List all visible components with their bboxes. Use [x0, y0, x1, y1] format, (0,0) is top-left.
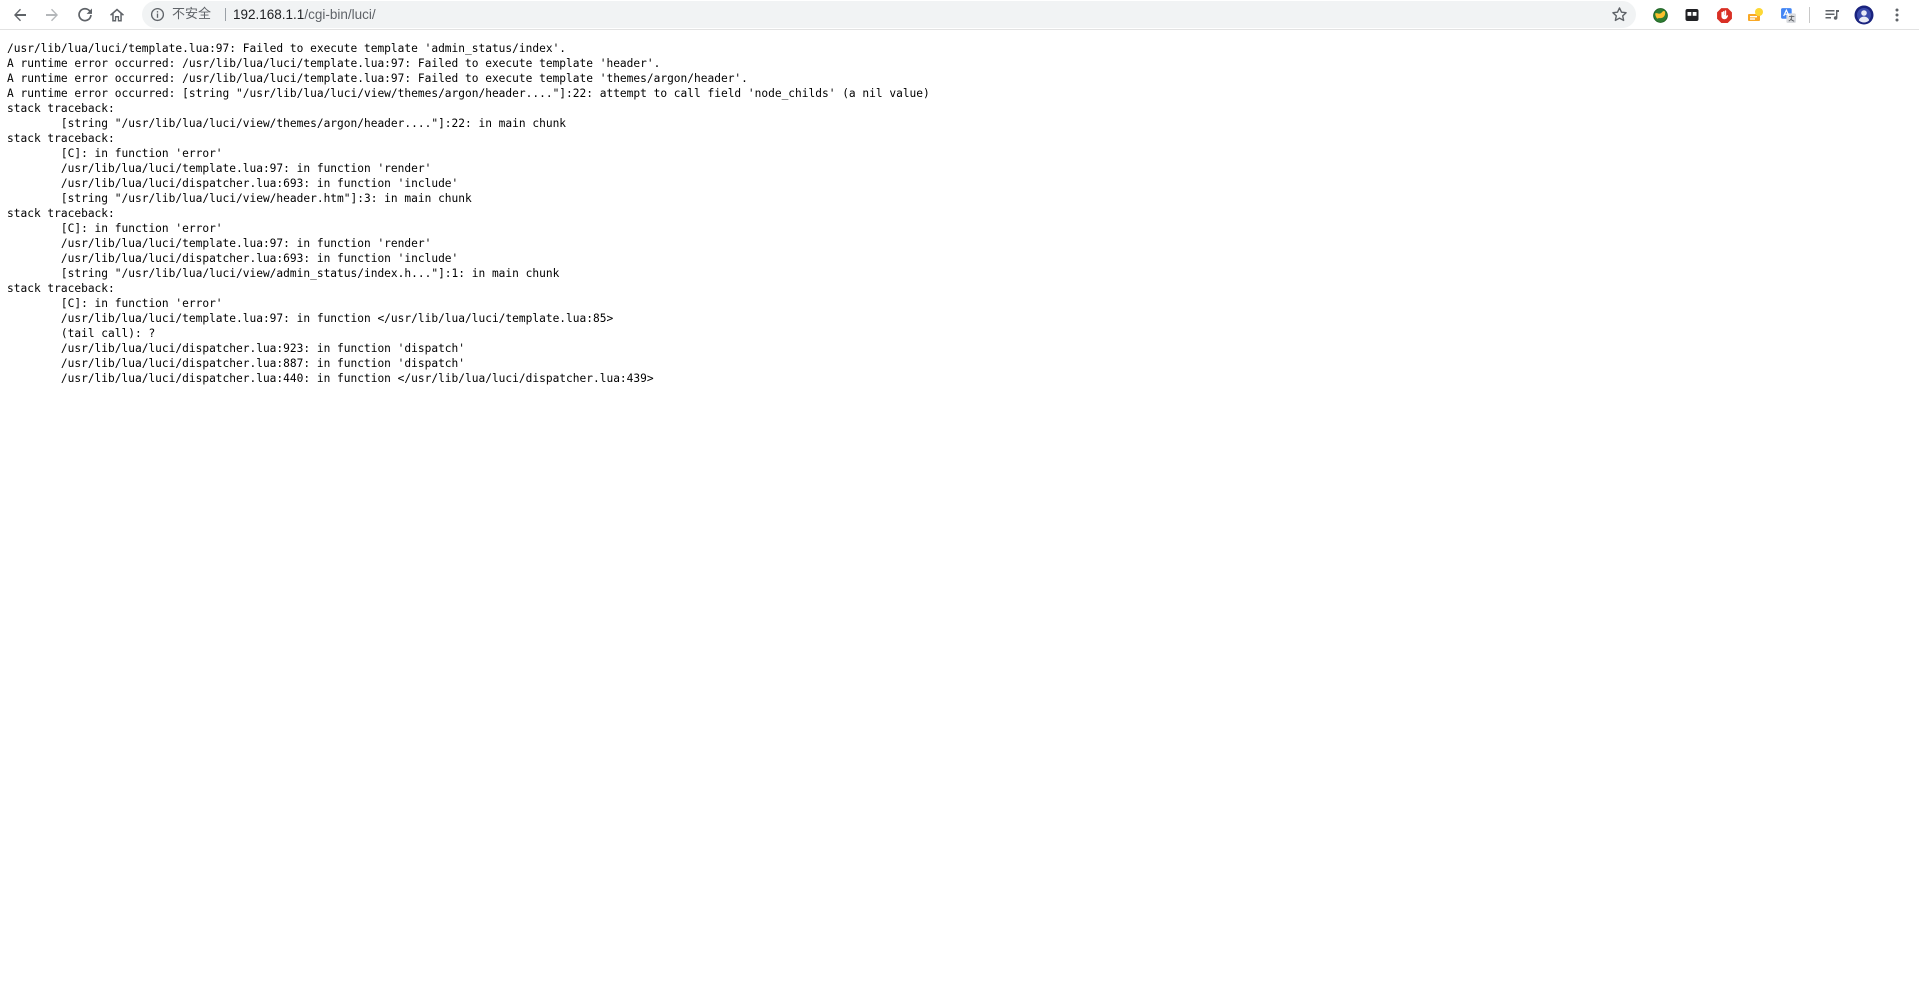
forward-button[interactable] — [40, 3, 64, 27]
globe-extension-button[interactable] — [1650, 5, 1670, 25]
traceback-line: /usr/lib/lua/luci/template.lua:97: in fu… — [7, 312, 614, 325]
error-traceback: /usr/lib/lua/luci/template.lua:97: Faile… — [0, 41, 1919, 386]
panel-extension-icon — [1685, 9, 1699, 21]
browser-menu-button[interactable] — [1887, 5, 1907, 25]
forward-arrow-icon — [46, 8, 58, 22]
back-arrow-icon — [14, 8, 26, 22]
url-path: /cgi-bin/luci/ — [304, 7, 376, 22]
traceback-header: stack traceback: — [7, 282, 115, 295]
error-line: A runtime error occurred: /usr/lib/lua/l… — [7, 57, 661, 70]
traceback-line: /usr/lib/lua/luci/dispatcher.lua:887: in… — [7, 357, 466, 370]
traceback-header: stack traceback: — [7, 132, 115, 145]
menu-dots-icon — [1895, 8, 1899, 22]
browser-toolbar: 不安全 192.168.1.1/cgi-bin/luci/ — [0, 0, 1919, 30]
error-line: A runtime error occurred: [string "/usr/… — [7, 87, 930, 100]
reading-list-icon — [1825, 10, 1839, 20]
url-host: 192.168.1.1 — [233, 7, 305, 22]
profile-avatar-icon — [1854, 5, 1874, 25]
traceback-line: [string "/usr/lib/lua/luci/view/admin_st… — [7, 267, 560, 280]
translate-extension-icon — [1780, 7, 1796, 23]
traceback-line: (tail call): ? — [7, 327, 156, 340]
home-button[interactable] — [105, 3, 129, 27]
address-bar[interactable]: 不安全 192.168.1.1/cgi-bin/luci/ — [142, 1, 1636, 28]
stop-sign-extension-button[interactable] — [1714, 5, 1734, 25]
toolbar-divider — [1809, 7, 1810, 23]
security-label: 不安全 — [172, 7, 212, 22]
error-line: A runtime error occurred: /usr/lib/lua/l… — [7, 72, 748, 85]
traceback-line: /usr/lib/lua/luci/template.lua:97: in fu… — [7, 162, 432, 175]
traceback-line: [C]: in function 'error' — [7, 222, 223, 235]
reload-button[interactable] — [73, 3, 97, 27]
traceback-line: [C]: in function 'error' — [7, 147, 223, 160]
globe-extension-icon — [1652, 7, 1668, 23]
traceback-line: /usr/lib/lua/luci/dispatcher.lua:693: in… — [7, 252, 459, 265]
traceback-line: [string "/usr/lib/lua/luci/view/header.h… — [7, 192, 472, 205]
traceback-header: stack traceback: — [7, 207, 115, 220]
traceback-line: [string "/usr/lib/lua/luci/view/themes/a… — [7, 117, 567, 130]
traceback-line: /usr/lib/lua/luci/dispatcher.lua:693: in… — [7, 177, 459, 190]
home-icon — [110, 8, 124, 22]
panel-extension-button[interactable] — [1682, 5, 1702, 25]
reload-icon — [78, 7, 92, 22]
key-extension-button[interactable] — [1746, 5, 1766, 25]
error-line: /usr/lib/lua/luci/template.lua:97: Faile… — [7, 42, 567, 55]
info-icon[interactable] — [150, 7, 165, 22]
back-button[interactable] — [8, 3, 32, 27]
translate-extension-button[interactable] — [1778, 5, 1798, 25]
key-extension-icon — [1748, 8, 1763, 21]
traceback-line: /usr/lib/lua/luci/dispatcher.lua:923: in… — [7, 342, 466, 355]
profile-avatar-button[interactable] — [1854, 5, 1874, 25]
traceback-line: [C]: in function 'error' — [7, 297, 223, 310]
reading-list-button[interactable] — [1822, 5, 1842, 25]
traceback-line: /usr/lib/lua/luci/dispatcher.lua:440: in… — [7, 372, 654, 385]
url-text[interactable]: 192.168.1.1/cgi-bin/luci/ — [233, 6, 376, 23]
omnibox-separator — [225, 8, 226, 21]
bookmark-star-icon[interactable] — [1611, 6, 1628, 23]
page-content: /usr/lib/lua/luci/template.lua:97: Faile… — [0, 41, 1919, 996]
stop-sign-extension-icon — [1716, 7, 1732, 23]
traceback-line: /usr/lib/lua/luci/template.lua:97: in fu… — [7, 237, 432, 250]
traceback-header: stack traceback: — [7, 102, 115, 115]
